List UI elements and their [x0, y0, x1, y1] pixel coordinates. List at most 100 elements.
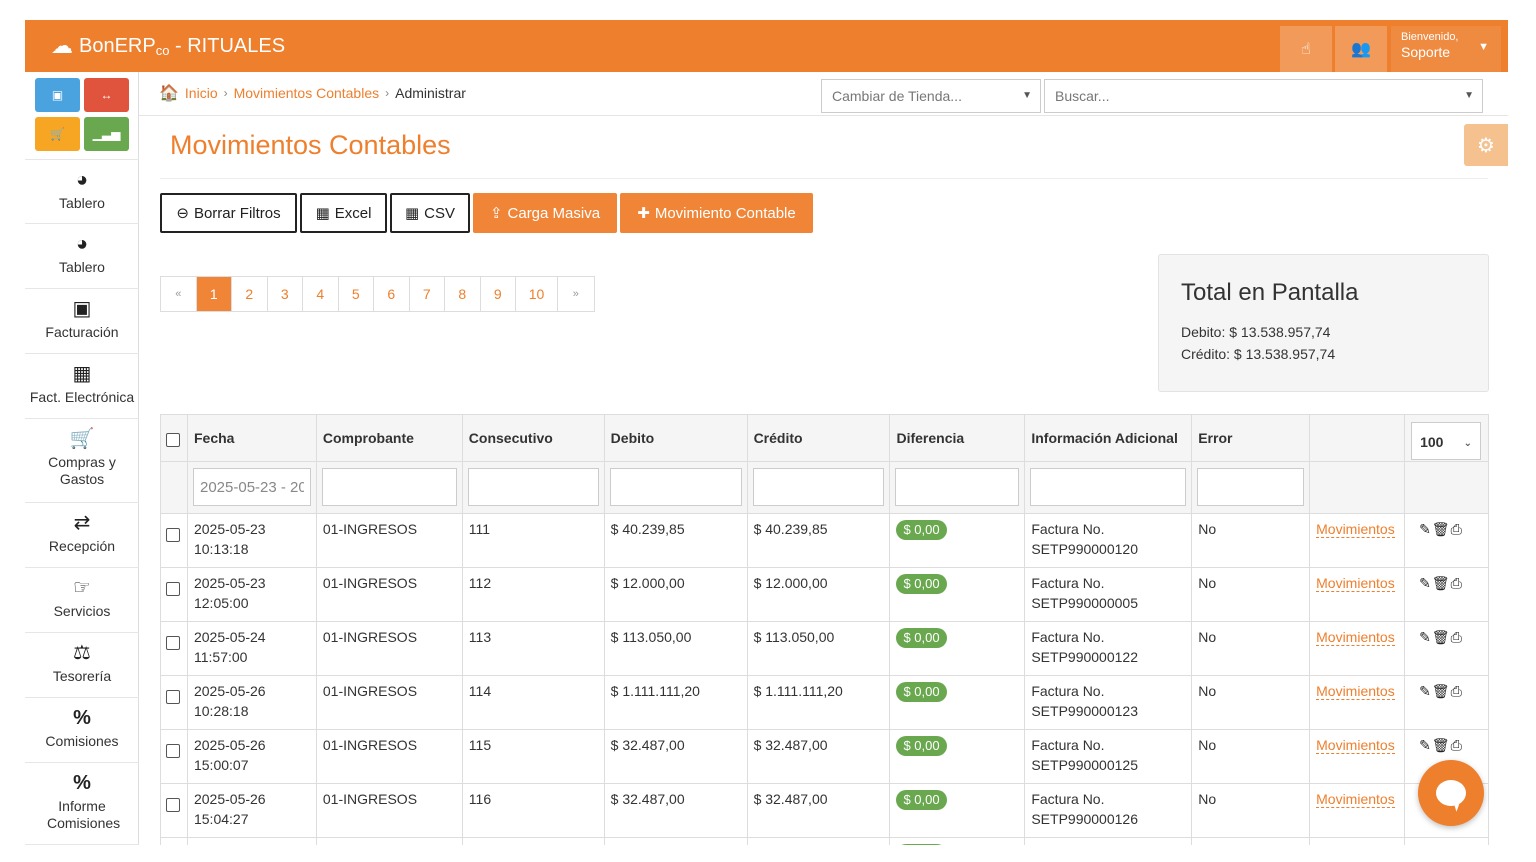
money-bill-icon: ▣ — [72, 298, 92, 320]
pencil-icon[interactable]: ✎ — [1419, 629, 1432, 645]
row-checkbox[interactable] — [161, 838, 188, 845]
pagination-page[interactable]: 4 — [303, 277, 339, 311]
sidebar-item-informe-comisiones[interactable]: % Informe Comisiones — [25, 763, 139, 845]
sidebar-item-label: Servicios — [53, 603, 111, 619]
print-icon[interactable]: ⎙ — [1451, 737, 1463, 753]
row-checkbox[interactable] — [161, 730, 188, 783]
sidebar-item-comisiones[interactable]: % Comisiones — [25, 698, 139, 763]
column-header-error[interactable]: Error — [1192, 415, 1311, 461]
page-size-select[interactable]: 100 ⌄ — [1411, 422, 1482, 460]
column-header-diferencia[interactable]: Diferencia — [890, 415, 1026, 461]
column-header-comprobante[interactable]: Comprobante — [316, 415, 463, 461]
voucher-filter-input[interactable] — [321, 468, 457, 506]
row-checkbox[interactable] — [161, 622, 188, 675]
debit-filter-input[interactable] — [609, 468, 742, 506]
cell-error: No — [1192, 676, 1311, 729]
table-icon: ▦ — [315, 205, 330, 222]
pagination-page[interactable]: 10 — [516, 277, 558, 311]
trash-icon[interactable]: 🗑 — [1432, 737, 1451, 753]
print-icon[interactable]: ⎙ — [1451, 575, 1463, 591]
excel-button[interactable]: ▦ Excel — [300, 193, 387, 233]
pagination-page[interactable]: 1 — [196, 277, 232, 311]
select-all-checkbox[interactable] — [161, 415, 188, 461]
pagination-page[interactable]: 3 — [268, 277, 303, 311]
brand-logo[interactable]: ☁ BonERPco - RITUALES — [51, 33, 285, 59]
signal-icon[interactable]: ▁▃▅ — [84, 117, 129, 151]
info-filter-input[interactable] — [1030, 468, 1187, 506]
movements-link[interactable]: Movimientos — [1316, 575, 1395, 592]
pagination-page[interactable]: 2 — [232, 277, 268, 311]
row-checkbox[interactable] — [161, 568, 188, 621]
date-filter-input[interactable] — [192, 468, 311, 506]
pencil-icon[interactable]: ✎ — [1419, 575, 1432, 591]
print-icon[interactable]: ⎙ — [1451, 683, 1463, 699]
sidebar-item-servicios[interactable]: ☞ Servicios — [25, 568, 139, 633]
column-header-credito[interactable]: Crédito — [747, 415, 891, 461]
trash-icon[interactable]: 🗑 — [1432, 629, 1451, 645]
pagination-next[interactable]: » — [558, 277, 594, 311]
money-icon[interactable]: ▣ — [35, 78, 80, 112]
breadcrumb-section[interactable]: Movimientos Contables — [234, 85, 380, 101]
pagination-page[interactable]: 8 — [445, 277, 481, 311]
row-checkbox[interactable] — [161, 676, 188, 729]
sidebar: ▣ ↔ 🛒 ▁▃▅ ◕ Tablero ◕ Tablero ▣ Facturac… — [25, 72, 139, 845]
bulk-upload-button[interactable]: ⇪ Carga Masiva — [473, 193, 617, 233]
pencil-icon[interactable]: ✎ — [1419, 737, 1432, 753]
add-movement-button[interactable]: ✚ Movimiento Contable — [620, 193, 813, 233]
cell-debito: $ 1.111.111,20 — [605, 676, 748, 729]
pagination-page[interactable]: 6 — [374, 277, 410, 311]
sidebar-item-facturacion[interactable]: ▣ Facturación — [25, 289, 139, 354]
trash-icon[interactable]: 🗑 — [1432, 521, 1451, 537]
print-icon[interactable]: ⎙ — [1451, 521, 1463, 537]
error-filter-input[interactable] — [1197, 468, 1305, 506]
cart-icon[interactable]: 🛒 — [35, 117, 80, 151]
gear-icon[interactable]: ⚙ — [1464, 124, 1508, 166]
credit-filter-input[interactable] — [752, 468, 885, 506]
exchange-icon[interactable]: ↔ — [84, 78, 129, 112]
sidebar-item-tesoreria[interactable]: ⚖ Tesorería — [25, 633, 139, 698]
movements-link[interactable]: Movimientos — [1316, 737, 1395, 754]
row-checkbox[interactable] — [161, 514, 188, 567]
movements-link[interactable]: Movimientos — [1316, 791, 1395, 808]
column-header-consecutivo[interactable]: Consecutivo — [462, 415, 605, 461]
movements-link[interactable]: Movimientos — [1316, 629, 1395, 646]
row-checkbox[interactable] — [161, 784, 188, 837]
row-date: 2025-05-26 — [193, 791, 266, 807]
sidebar-item-compras[interactable]: 🛒 Compras y Gastos — [25, 419, 139, 503]
sidebar-item-tablero[interactable]: ◕ Tablero — [25, 159, 139, 224]
csv-button[interactable]: ▦ CSV — [390, 193, 470, 233]
pagination-page[interactable]: 9 — [481, 277, 516, 311]
pagination-prev[interactable]: « — [161, 277, 197, 311]
number-filter-input[interactable] — [467, 468, 599, 506]
hand-pointer-icon[interactable]: ☝ — [1280, 26, 1332, 72]
column-header-informacion[interactable]: Información Adicional — [1025, 415, 1193, 461]
sidebar-item-tablero-2[interactable]: ◕ Tablero — [25, 224, 139, 289]
users-icon[interactable]: 👥 — [1335, 26, 1387, 72]
sidebar-item-fact-electronica[interactable]: ▦ Fact. Electrónica — [25, 354, 139, 419]
column-header-fecha[interactable]: Fecha — [187, 415, 317, 461]
movements-link[interactable]: Movimientos — [1316, 521, 1395, 538]
movements-link[interactable]: Movimientos — [1316, 683, 1395, 700]
pencil-icon[interactable]: ✎ — [1419, 521, 1432, 537]
trash-icon[interactable]: 🗑 — [1432, 683, 1451, 699]
trash-icon[interactable]: 🗑 — [1432, 575, 1451, 591]
home-icon[interactable]: 🏠 — [159, 83, 179, 103]
sidebar-item-label: Facturación — [45, 324, 119, 340]
clear-filters-button[interactable]: ⊖ Borrar Filtros — [160, 193, 297, 233]
chat-button[interactable] — [1418, 760, 1484, 826]
pencil-icon[interactable]: ✎ — [1419, 683, 1432, 699]
difference-filter-input[interactable] — [895, 468, 1020, 506]
store-select[interactable]: Cambiar de Tienda... ▼ — [821, 79, 1041, 113]
pagination-page[interactable]: 7 — [410, 277, 445, 311]
sidebar-item-recepcion[interactable]: ⇄ Recepción — [25, 503, 139, 568]
column-header-debito[interactable]: Debito — [604, 415, 748, 461]
pagination-page[interactable]: 5 — [339, 277, 374, 311]
search-select[interactable]: Buscar... ▼ — [1044, 79, 1483, 113]
user-menu[interactable]: Bienvenido, Soporte ▼ — [1391, 26, 1501, 72]
cell-fecha: 2025-05-26 10:28:18 — [188, 676, 317, 729]
cell-fecha: 2025-05-26 — [188, 838, 317, 845]
cell-actions: ✎🗑⎙ — [1405, 514, 1490, 567]
print-icon[interactable]: ⎙ — [1451, 629, 1463, 645]
table-header-row: Fecha Comprobante Consecutivo Debito Cré… — [161, 415, 1489, 462]
breadcrumb-home[interactable]: Inicio — [185, 85, 218, 101]
